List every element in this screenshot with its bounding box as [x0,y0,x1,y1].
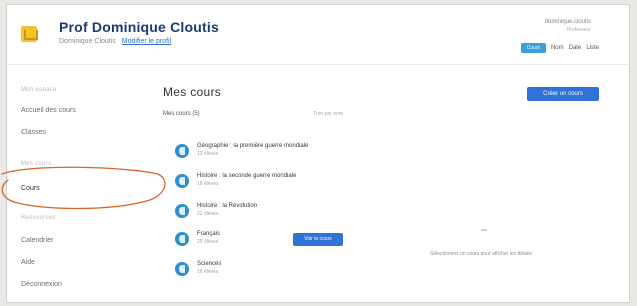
course-name: Histoire : la Révolution [197,203,258,209]
main-content: Mes cours Créer un cours Mes cours (5) T… [163,67,621,303]
sidebar-item-calendar[interactable]: Calendrier [21,237,53,244]
course-meta: 18 élèves [197,181,219,187]
sidebar-item-logout[interactable]: Déconnexion [21,281,62,288]
sidebar-heading-resources: Ressources [21,215,56,221]
empty-state-icon [481,229,487,231]
sidebar-heading-space: Mon espace [21,87,57,93]
course-meta: 12 élèves [197,151,219,157]
course-meta: 25 élèves [197,239,219,245]
course-item[interactable]: Sciences 16 élèves [171,259,341,281]
page-title: Prof Dominique Cloutis [59,19,219,35]
course-list-header: Mes cours (5) Trier par nom [163,111,343,117]
course-item[interactable]: Histoire : la seconde guerre mondiale 18… [171,171,341,193]
control-list[interactable]: Liste [586,45,599,51]
course-meta: 22 élèves [197,211,219,217]
profile-subtitle: Dominique Cloutis Modifier le profil [59,38,171,45]
course-meta: 16 élèves [197,269,219,275]
course-count: Mes cours (5) [163,111,200,117]
course-item[interactable]: Histoire : la Révolution 22 élèves [171,201,341,223]
course-name: Sciences [197,261,222,267]
course-name: Géographie : la première guerre mondiale [197,143,309,149]
course-icon [175,174,189,188]
course-icon [175,144,189,158]
main-title: Mes cours [163,85,222,99]
course-name: Histoire : la seconde guerre mondiale [197,173,297,179]
course-item[interactable]: Géographie : la première guerre mondiale… [171,141,341,163]
course-icon [175,262,189,276]
control-name[interactable]: Nom [551,45,564,51]
course-detail-panel: Sélectionnez un cours pour afficher les … [363,107,599,297]
course-item[interactable]: Français 25 élèves Voir le cours [171,229,343,251]
account-name[interactable]: dominique.cloutis [545,19,591,25]
sort-control[interactable]: Trier par nom [313,111,343,117]
sidebar-item-help[interactable]: Aide [21,259,35,266]
edit-profile-link[interactable]: Modifier le profil [122,38,171,45]
hand-drawn-circle-annotation [1,166,166,210]
account-role: Professeur [566,27,591,33]
sidebar-item-courses-home[interactable]: Accueil des cours [21,107,76,114]
course-icon [175,232,189,246]
header: Prof Dominique Cloutis Dominique Cloutis… [7,5,629,65]
empty-state-text: Sélectionnez un cours pour afficher les … [430,251,532,257]
view-pill[interactable]: Cours [520,43,546,53]
profile-name: Dominique Cloutis [59,38,116,45]
course-name: Français [197,231,221,237]
control-date[interactable]: Date [569,45,582,51]
app-window: Prof Dominique Cloutis Dominique Cloutis… [6,4,630,303]
sidebar-item-classes[interactable]: Classes [21,129,46,136]
create-course-button[interactable]: Créer un cours [527,87,599,101]
school-logo-icon[interactable] [21,26,38,42]
course-icon [175,204,189,218]
view-controls: Cours Nom Date Liste [520,43,599,53]
view-course-button[interactable]: Voir le cours [293,233,343,246]
